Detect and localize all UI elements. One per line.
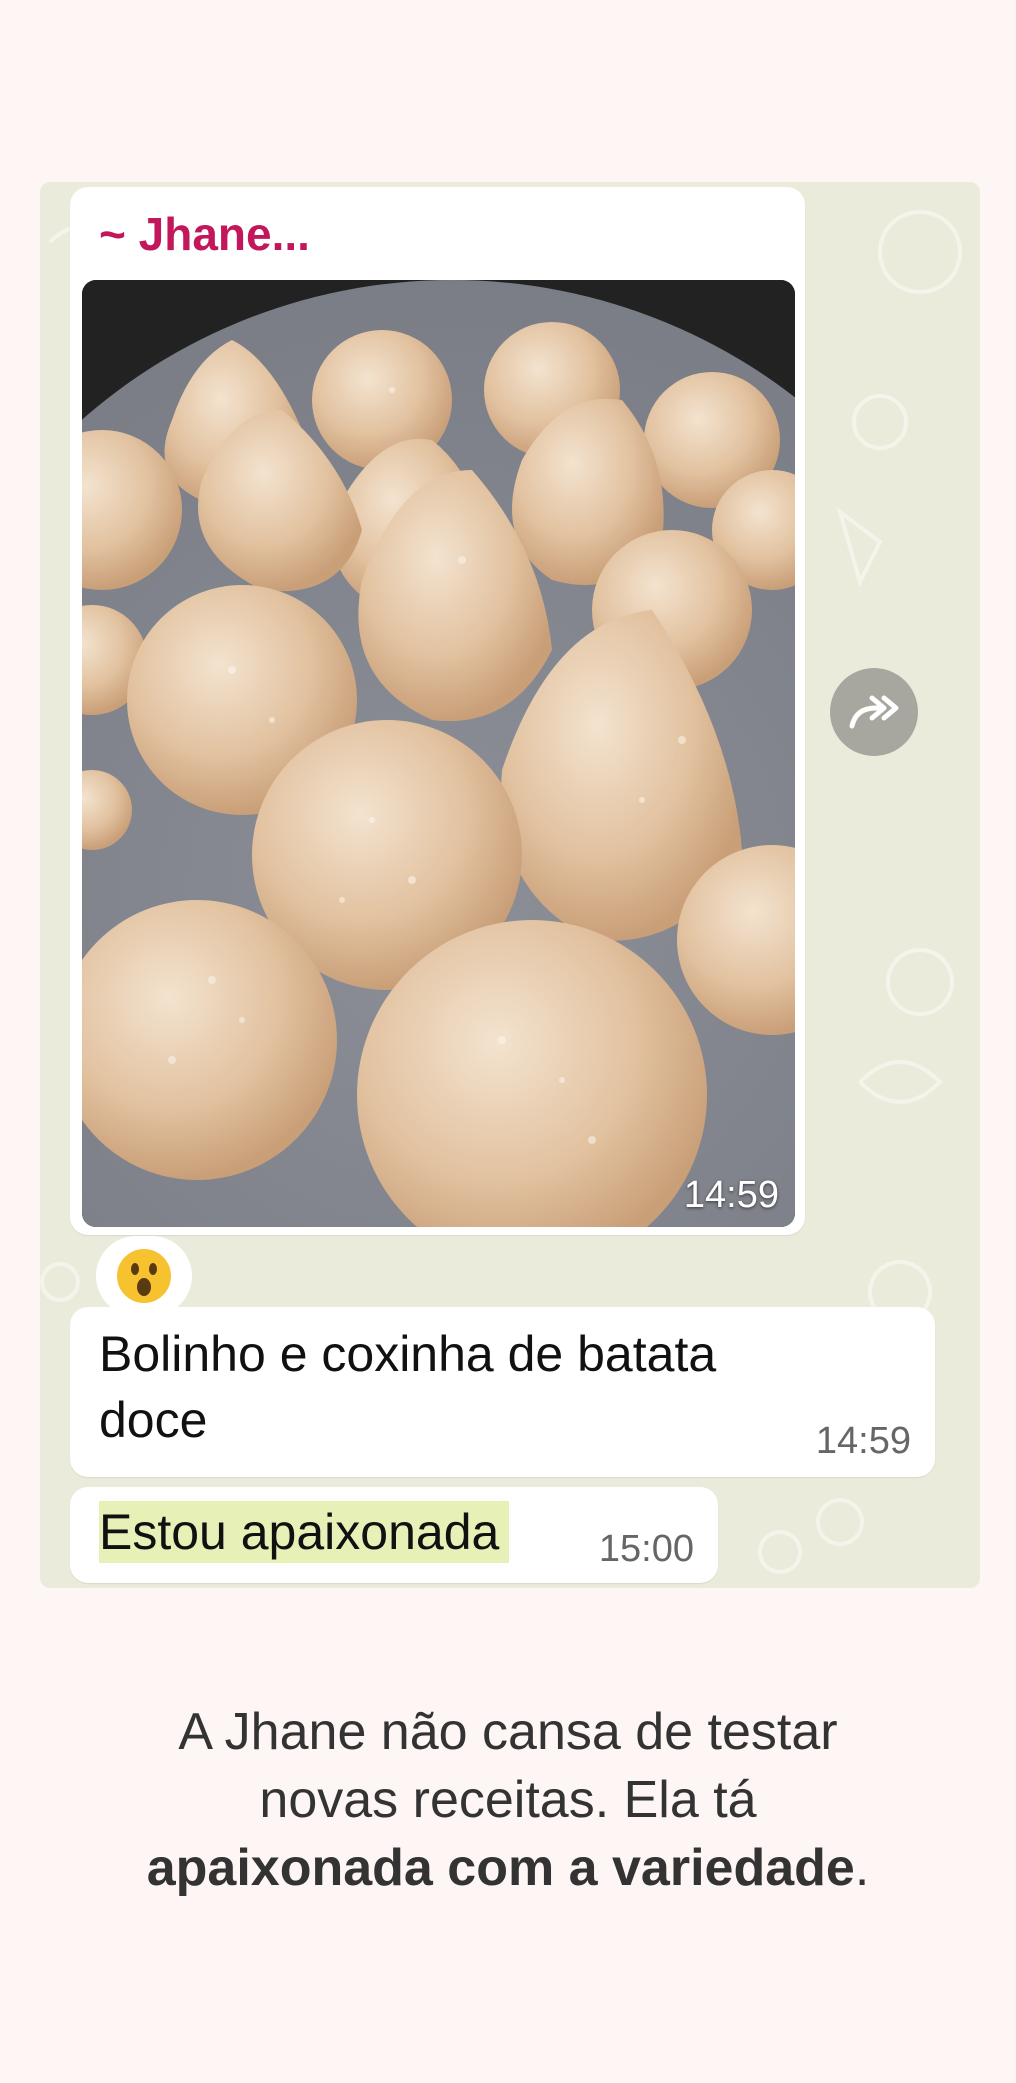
text-message-bubble[interactable]: Bolinho e coxinha de batata doce 14:59 — [70, 1307, 935, 1477]
surprised-face-icon — [117, 1249, 171, 1303]
caption-period: . — [854, 1839, 870, 1897]
food-photo[interactable]: 14:59 — [82, 280, 795, 1227]
caption-bold-text: apaixonada com a variedade — [146, 1839, 855, 1897]
image-message-bubble[interactable]: ~ Jhane... 14:59 — [70, 187, 805, 1235]
caption-line-1: A Jhane não cansa de testar — [178, 1703, 838, 1761]
caption-line-3: apaixonada com a variedade. — [0, 1834, 1016, 1902]
caption: A Jhane não cansa de testar novas receit… — [0, 1698, 1016, 1902]
forward-icon — [849, 695, 899, 729]
text-message-bubble[interactable]: Estou apaixonada 15:00 — [70, 1487, 718, 1583]
caption-line-2: novas receitas. Ela tá — [259, 1771, 757, 1829]
reaction-badge[interactable] — [96, 1236, 192, 1316]
sender-name[interactable]: ~ Jhane... — [99, 207, 310, 261]
image-timestamp: 14:59 — [683, 1174, 779, 1216]
forward-button[interactable] — [830, 668, 918, 756]
food-photo-illustration — [82, 280, 795, 1227]
highlighted-message-text: Estou apaixonada — [99, 1501, 510, 1563]
message-text: Bolinho e coxinha de batata doce — [99, 1326, 717, 1448]
message-timestamp: 15:00 — [598, 1528, 694, 1570]
chat-window: ~ Jhane... 14:59 Bolinho e coxinha de ba… — [40, 182, 980, 1588]
message-timestamp: 14:59 — [815, 1420, 911, 1462]
